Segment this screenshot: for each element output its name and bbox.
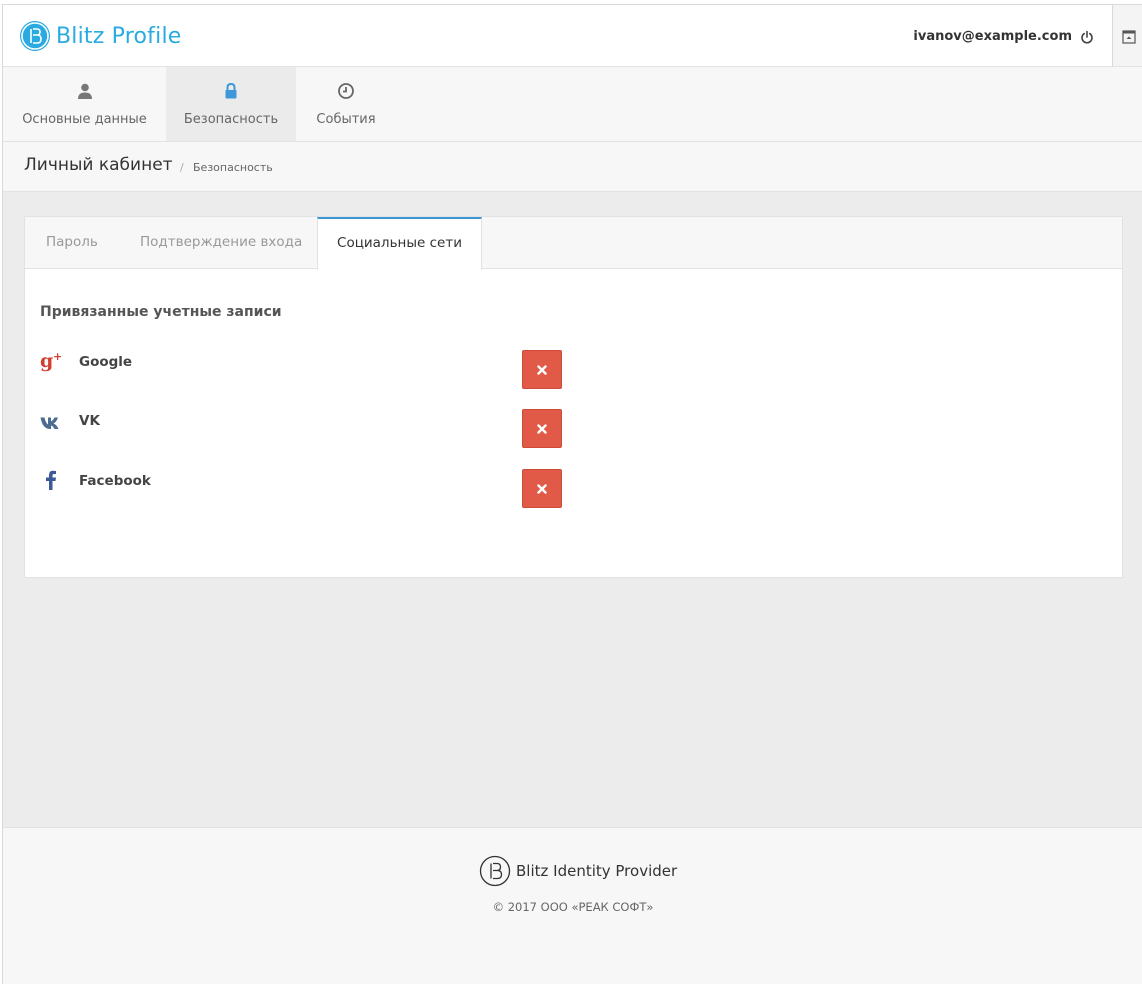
user-email[interactable]: ivanov@example.com: [913, 29, 1072, 44]
unlink-facebook-button[interactable]: [522, 469, 562, 508]
close-icon: [537, 364, 547, 375]
nav-label: Безопасность: [183, 112, 279, 127]
nav-item-events[interactable]: События: [296, 67, 396, 141]
top-header: Blitz Profile ivanov@example.com: [3, 5, 1112, 67]
vk-icon: [40, 415, 62, 437]
security-card: Пароль Подтверждение входа Социальные се…: [24, 216, 1123, 578]
unlink-vk-button[interactable]: [522, 409, 562, 448]
page-title[interactable]: Личный кабинет: [24, 155, 173, 175]
linked-account-row: Facebook: [25, 469, 1122, 509]
blitz-idp-logo-icon: [479, 855, 511, 887]
tab-login-confirmation[interactable]: Подтверждение входа: [140, 217, 302, 269]
linked-account-row: g + Google: [25, 350, 1122, 390]
nav-item-basic-data[interactable]: Основные данные: [3, 67, 166, 141]
footer-brand-name: Blitz Identity Provider: [516, 862, 678, 880]
svg-text:g: g: [40, 350, 53, 372]
breadcrumb-separator: /: [180, 161, 184, 174]
account-name: Facebook: [79, 473, 151, 489]
panel-toggle-icon[interactable]: [1122, 29, 1136, 44]
tab-social-networks[interactable]: Социальные сети: [317, 217, 482, 270]
tab-password[interactable]: Пароль: [46, 217, 98, 269]
security-tabs: Пароль Подтверждение входа Социальные се…: [25, 217, 1122, 270]
app-title: Blitz Profile: [56, 23, 182, 49]
page-footer: Blitz Identity Provider © 2017 ООО «РЕАК…: [3, 827, 1142, 984]
breadcrumb-current: Безопасность: [193, 161, 273, 174]
close-icon: [537, 483, 547, 494]
nav-item-security[interactable]: Безопасность: [166, 67, 296, 141]
nav-label: Основные данные: [22, 112, 147, 127]
app-frame: Blitz Profile ivanov@example.com Основны…: [2, 4, 1142, 984]
lock-icon: [222, 82, 240, 100]
unlink-google-button[interactable]: [522, 350, 562, 389]
user-icon: [76, 82, 94, 100]
side-panel-toggle[interactable]: [1112, 5, 1142, 67]
close-icon: [537, 423, 547, 434]
app-logo[interactable]: Blitz Profile: [20, 21, 182, 51]
account-name: Google: [79, 354, 133, 370]
power-icon[interactable]: [1080, 29, 1094, 44]
nav-label: События: [316, 112, 376, 127]
blitz-logo-icon: [20, 21, 50, 51]
footer-brand: Blitz Identity Provider: [479, 855, 677, 887]
linked-accounts-title: Привязанные учетные записи: [40, 304, 282, 320]
breadcrumb: Личный кабинет / Безопасность: [3, 142, 1142, 192]
google-plus-icon: g +: [40, 350, 62, 372]
svg-text:+: +: [53, 350, 62, 363]
copyright: © 2017 ООО «РЕАК СОФТ»: [492, 900, 654, 914]
linked-account-row: VK: [25, 409, 1122, 449]
clock-icon: [337, 82, 355, 100]
account-name: VK: [79, 413, 100, 429]
facebook-icon: [44, 469, 66, 491]
main-nav: Основные данные Безопасность События: [3, 67, 1142, 142]
